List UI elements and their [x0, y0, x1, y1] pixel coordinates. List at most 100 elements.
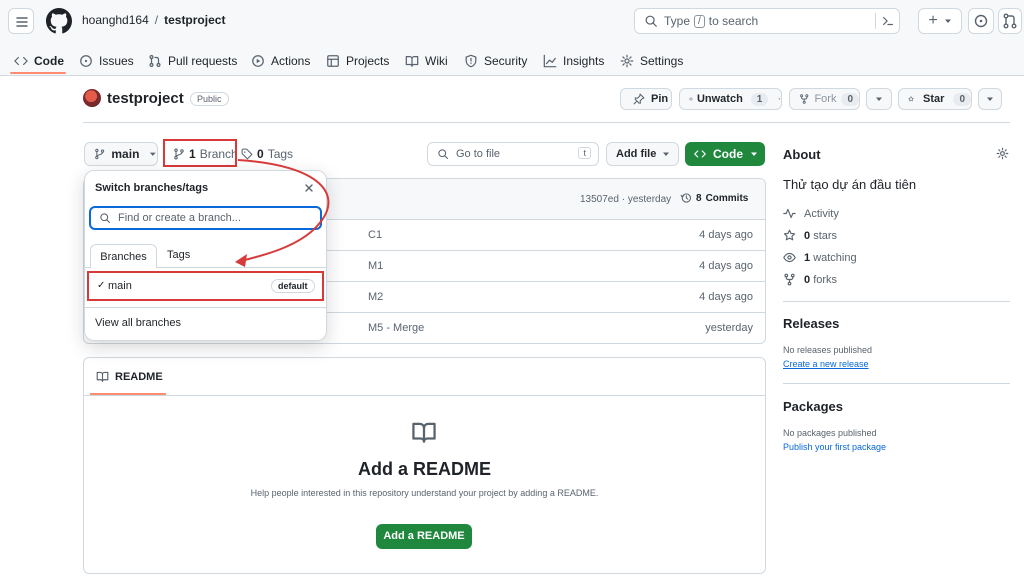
branch-select-button[interactable]: main — [84, 142, 158, 166]
gear-icon[interactable] — [996, 147, 1009, 160]
book-icon — [405, 56, 419, 67]
commit-message[interactable]: M2 — [368, 291, 383, 303]
readme-description: Help people interested in this repositor… — [250, 488, 599, 498]
create-new-button[interactable]: + — [918, 8, 962, 34]
readme-tab[interactable]: README — [96, 370, 163, 383]
tab-actions[interactable]: Actions — [251, 46, 310, 76]
go-to-file-input[interactable]: Go to file t — [427, 142, 599, 166]
go-to-file-shortcut: t — [578, 147, 591, 159]
view-all-branches-link[interactable]: View all branches — [95, 317, 181, 329]
add-file-button[interactable]: Add file — [606, 142, 679, 166]
about-description: Thử tạo dự án đầu tiên — [783, 177, 917, 192]
breadcrumb-owner[interactable]: hoanghd164 — [82, 13, 149, 27]
add-readme-button[interactable]: Add a README — [376, 524, 472, 549]
tab-projects-label: Projects — [346, 54, 390, 68]
main-branch-highlight-box — [87, 271, 324, 301]
triangle-down-icon — [663, 152, 670, 156]
menu-button[interactable] — [8, 8, 34, 34]
star-count: 0 — [953, 92, 971, 106]
global-search[interactable]: Type / to search — [634, 8, 900, 34]
activity-label: Activity — [804, 207, 839, 220]
issues-button[interactable] — [968, 8, 994, 34]
triangle-down-icon — [150, 152, 157, 156]
sidebar-divider — [783, 383, 1010, 384]
commit-message[interactable]: C1 — [368, 229, 382, 241]
breadcrumb-repo[interactable]: testproject — [164, 13, 225, 27]
star-button[interactable]: Star 0 — [898, 88, 972, 110]
forks-word: forks — [813, 273, 838, 286]
triangle-down-icon — [876, 97, 882, 101]
unwatch-label: Unwatch — [696, 93, 743, 105]
eye-icon — [689, 97, 693, 101]
tab-pull-requests[interactable]: Pull requests — [148, 46, 237, 76]
unwatch-button[interactable]: Unwatch 1 — [679, 88, 782, 110]
tags-link[interactable]: 0 Tags — [241, 147, 293, 161]
sidebar-divider — [783, 301, 1010, 302]
go-to-file-placeholder: Go to file — [456, 148, 501, 160]
packages-empty: No packages published — [783, 428, 877, 438]
search-suffix: to search — [708, 14, 759, 28]
graph-icon — [543, 54, 557, 68]
triangle-down-icon — [944, 19, 951, 23]
breadcrumb: hoanghd164 / testproject — [82, 13, 225, 27]
dropdown-footer-divider — [85, 307, 326, 308]
github-logo-icon[interactable] — [46, 8, 72, 34]
tab-projects[interactable]: Projects — [326, 46, 389, 76]
hamburger-icon — [16, 17, 28, 27]
create-release-link[interactable]: Create a new release — [783, 359, 869, 369]
search-icon — [645, 15, 657, 27]
code-button[interactable]: Code — [685, 142, 765, 166]
fork-icon — [800, 94, 809, 104]
book-icon — [412, 422, 436, 443]
history-icon — [680, 193, 692, 203]
repo-avatar — [83, 89, 101, 107]
stars-count: 0 — [804, 229, 811, 242]
shield-icon — [465, 54, 477, 68]
breadcrumb-separator: / — [154, 13, 159, 27]
watching-count: 1 — [804, 251, 811, 264]
fork-dropdown-button[interactable] — [866, 88, 892, 110]
tab-settings-label: Settings — [640, 54, 684, 68]
command-palette-icon[interactable] — [881, 14, 895, 28]
commits-link[interactable]: 8 Commits — [680, 192, 748, 204]
repo-title[interactable]: testproject — [107, 90, 184, 107]
stars-link[interactable]: 0 stars — [783, 229, 837, 242]
pin-button[interactable]: Pin — [620, 88, 672, 110]
issue-icon — [80, 55, 92, 67]
dropdown-tab-branches[interactable]: Branches — [90, 244, 157, 268]
code-icon — [14, 56, 28, 66]
fork-button[interactable]: Fork 0 — [789, 88, 860, 110]
branches-highlight-box — [163, 139, 237, 167]
tab-issues[interactable]: Issues — [79, 46, 134, 76]
pull-requests-button[interactable] — [998, 8, 1022, 34]
tab-insights[interactable]: Insights — [543, 46, 604, 76]
tab-wiki[interactable]: Wiki — [405, 46, 448, 76]
book-icon — [96, 371, 109, 382]
dropdown-tab-tags[interactable]: Tags — [167, 249, 190, 261]
commits-word: Commits — [705, 192, 749, 204]
commit-message[interactable]: M1 — [368, 260, 383, 272]
triangle-down-icon — [751, 152, 757, 156]
triangle-down-icon — [987, 97, 993, 101]
watching-link[interactable]: 1 watching — [783, 251, 857, 264]
commit-message[interactable]: M5 - Merge — [368, 322, 424, 334]
activity-link[interactable]: Activity — [783, 207, 839, 220]
publish-package-link[interactable]: Publish your first package — [783, 442, 886, 452]
commit-time: 4 days ago — [699, 291, 753, 303]
close-icon[interactable] — [304, 183, 314, 193]
releases-title[interactable]: Releases — [783, 316, 839, 331]
forks-link[interactable]: 0 forks — [783, 273, 837, 286]
latest-commit-hash[interactable]: 13507ed · yesterday — [580, 194, 671, 205]
readme-heading: Add a README — [357, 459, 491, 479]
packages-title[interactable]: Packages — [783, 399, 843, 414]
dropdown-title: Switch branches/tags — [95, 182, 209, 194]
gear-icon — [620, 54, 634, 68]
tab-pull-requests-label: Pull requests — [168, 54, 238, 68]
eye-icon — [783, 252, 796, 263]
tab-security[interactable]: Security — [464, 46, 527, 76]
branch-filter-input[interactable]: Find or create a branch... — [89, 206, 322, 230]
tab-settings[interactable]: Settings — [620, 46, 683, 76]
star-dropdown-button[interactable] — [978, 88, 1002, 110]
branch-filter-placeholder: Find or create a branch... — [118, 212, 241, 224]
star-label: Star — [923, 93, 945, 105]
